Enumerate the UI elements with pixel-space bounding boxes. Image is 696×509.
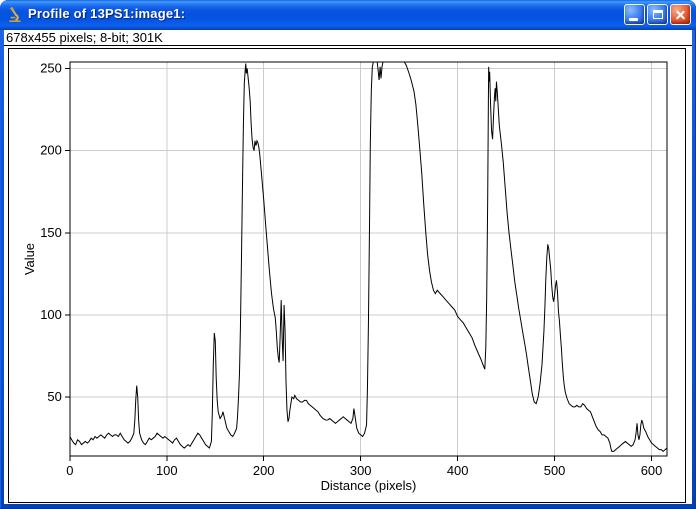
y-tick-label: 250: [40, 61, 62, 76]
profile-line: [70, 62, 667, 451]
info-separator: [4, 45, 692, 46]
maximize-icon: [653, 10, 663, 19]
minimize-icon: [629, 18, 638, 21]
plot-svg: 0 100 200 300 400 500 600 50 100 150 200 250 Distanc…: [9, 49, 685, 502]
y-tick-label: 150: [40, 225, 62, 240]
maximize-button[interactable]: [647, 4, 668, 25]
window-controls: [624, 4, 691, 25]
x-tick-label: 0: [66, 463, 73, 478]
plot-canvas[interactable]: 0 100 200 300 400 500 600 50 100 150 200 250 Distanc…: [8, 48, 686, 503]
y-axis-title: Value: [22, 243, 37, 275]
x-tick-label: 100: [156, 463, 178, 478]
titlebar[interactable]: Profile of 13PS1:image1:: [0, 0, 696, 30]
window-client-area: 678x455 pixels; 8-bit; 301K 0 100 200 300 40…: [4, 30, 692, 504]
x-tick-label: 500: [544, 463, 566, 478]
x-tick-label: 600: [641, 463, 663, 478]
plot-window: Profile of 13PS1:image1: 678x455 pixels;…: [0, 0, 696, 509]
x-tick-label: 300: [350, 463, 372, 478]
y-tick-label: 200: [40, 143, 62, 158]
close-button[interactable]: [670, 4, 691, 25]
y-tick-label: 50: [47, 389, 61, 404]
y-tick-label: 100: [40, 307, 62, 322]
window-title: Profile of 13PS1:image1:: [28, 6, 185, 21]
x-axis-title: Distance (pixels): [321, 478, 417, 493]
minimize-button[interactable]: [624, 4, 645, 25]
x-tick-label: 200: [253, 463, 275, 478]
imagej-microscope-icon: [7, 7, 23, 23]
x-tick-label: 400: [447, 463, 469, 478]
image-info-text: 678x455 pixels; 8-bit; 301K: [6, 31, 163, 45]
